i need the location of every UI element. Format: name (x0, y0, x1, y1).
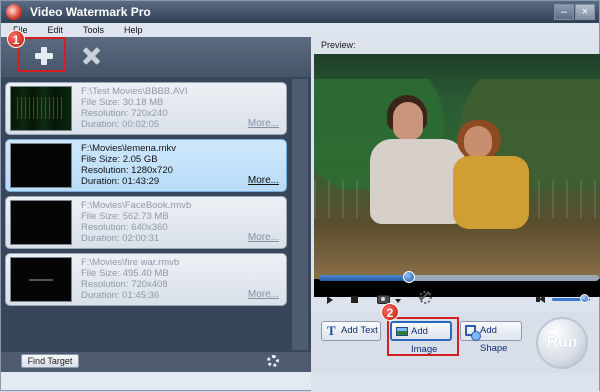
file-resolution: Resolution: 720x408 (81, 279, 168, 290)
video-thumbnail (10, 200, 72, 245)
file-resolution: Resolution: 1280x720 (81, 165, 173, 176)
file-resolution: Resolution: 720x240 (81, 108, 168, 119)
add-file-button[interactable] (29, 41, 59, 71)
add-text-label: Add Text (341, 325, 378, 336)
menu-tools[interactable]: Tools (71, 23, 112, 37)
file-panel-footer: Find Target (1, 352, 311, 372)
preview-panel: Preview: 2 T Add Text Add Image Add Shap… (311, 37, 600, 392)
app-logo-icon (6, 4, 22, 20)
gear-icon[interactable] (267, 355, 279, 367)
magic-wand-icon[interactable] (419, 291, 436, 308)
minimize-button[interactable]: – (554, 4, 574, 20)
file-item-lemena[interactable]: F:\Movies\lemena.mkv File Size: 2.05 GB … (5, 139, 287, 192)
preview-frame (314, 54, 600, 279)
file-item-facebook[interactable]: F:\Movies\FaceBook.rmvb File Size: 562.7… (5, 196, 287, 249)
person-body (370, 139, 465, 224)
file-path: F:\Movies\FaceBook.rmvb (81, 200, 192, 211)
add-text-button[interactable]: T Add Text (321, 321, 381, 341)
file-meta: F:\Movies\lemena.mkv File Size: 2.05 GB … (81, 143, 176, 187)
file-size: File Size: 2.05 GB (81, 154, 158, 165)
person-face (393, 102, 423, 140)
play-icon[interactable] (327, 296, 333, 304)
file-meta: F:\Test Movies\BBBB.AVI File Size: 30.18… (81, 86, 187, 130)
chevron-down-icon[interactable] (395, 299, 401, 303)
file-path: F:\Movies\fire war.rmvb (81, 257, 180, 268)
find-target-button[interactable]: Find Target (21, 354, 79, 368)
volume-slider[interactable] (552, 294, 590, 303)
more-link[interactable]: More... (248, 232, 279, 243)
child-body (453, 156, 529, 229)
add-shape-button[interactable]: Add Shape (460, 321, 522, 354)
file-list: F:\Test Movies\BBBB.AVI File Size: 30.18… (1, 77, 311, 352)
menu-bar: File Edit Tools Help (1, 23, 599, 37)
file-duration: Duration: 01:45:36 (81, 290, 160, 301)
preview-label: Preview: (321, 40, 356, 50)
seek-progress (319, 275, 409, 281)
seek-slider[interactable] (319, 271, 599, 283)
thumbnail-caption-line (29, 278, 53, 281)
file-panel: 1 F:\Test Movies\BBBB.AVI File Size: 30.… (1, 30, 311, 372)
close-button[interactable]: × (575, 4, 595, 20)
run-button[interactable]: Run (536, 317, 588, 369)
close-icon (82, 47, 100, 65)
file-duration: Duration: 00:02:05 (81, 119, 160, 130)
file-item-bbbb[interactable]: F:\Test Movies\BBBB.AVI File Size: 30.18… (5, 82, 287, 135)
file-size: File Size: 495.40 MB (81, 268, 169, 279)
watermark-actions: 2 T Add Text Add Image Add Shape Run (311, 303, 599, 373)
add-shape-label: Add Shape (480, 325, 508, 354)
child-face (464, 126, 492, 158)
remove-file-button[interactable] (76, 41, 106, 71)
video-thumbnail (10, 143, 72, 188)
file-resolution: Resolution: 640x360 (81, 222, 168, 233)
text-icon: T (327, 323, 336, 338)
file-duration: Duration: 02:00:31 (81, 233, 160, 244)
video-thumbnail (10, 86, 72, 131)
main-window: Video Watermark Pro – × File Edit Tools … (0, 0, 600, 392)
window-controls: – × (553, 4, 595, 20)
file-meta: F:\Movies\FaceBook.rmvb File Size: 562.7… (81, 200, 191, 244)
stop-icon[interactable] (351, 296, 358, 303)
plus-icon (35, 47, 53, 65)
playback-controls (311, 289, 599, 310)
file-path: F:\Test Movies\BBBB.AVI (81, 86, 188, 97)
step-marker-2: 2 (381, 303, 399, 321)
video-thumbnail (10, 257, 72, 302)
more-link[interactable]: More... (248, 289, 279, 300)
title-bar: Video Watermark Pro – × (1, 1, 599, 23)
file-toolbar: 1 (1, 30, 311, 77)
step-marker-1: 1 (7, 30, 25, 48)
shape-icon (465, 325, 481, 341)
seek-thumb[interactable] (402, 271, 415, 283)
image-icon (396, 327, 408, 336)
add-image-label: Add Image (411, 326, 438, 355)
more-link[interactable]: More... (248, 118, 279, 129)
file-path: F:\Movies\lemena.mkv (81, 143, 177, 154)
file-size: File Size: 30.18 MB (81, 97, 164, 108)
volume-thumb[interactable] (580, 294, 590, 303)
file-meta: F:\Movies\fire war.rmvb File Size: 495.4… (81, 257, 179, 301)
file-size: File Size: 562.73 MB (81, 211, 169, 222)
menu-help[interactable]: Help (112, 23, 151, 37)
volume-icon (536, 295, 548, 304)
add-image-button[interactable]: Add Image (390, 321, 452, 355)
file-duration: Duration: 01:43:29 (81, 176, 160, 187)
menu-edit[interactable]: Edit (36, 23, 72, 37)
video-preview (314, 54, 600, 297)
app-title: Video Watermark Pro (30, 5, 151, 19)
more-link[interactable]: More... (248, 175, 279, 186)
file-item-fire-war[interactable]: F:\Movies\fire war.rmvb File Size: 495.4… (5, 253, 287, 306)
file-list-scrollbar[interactable] (292, 79, 308, 350)
